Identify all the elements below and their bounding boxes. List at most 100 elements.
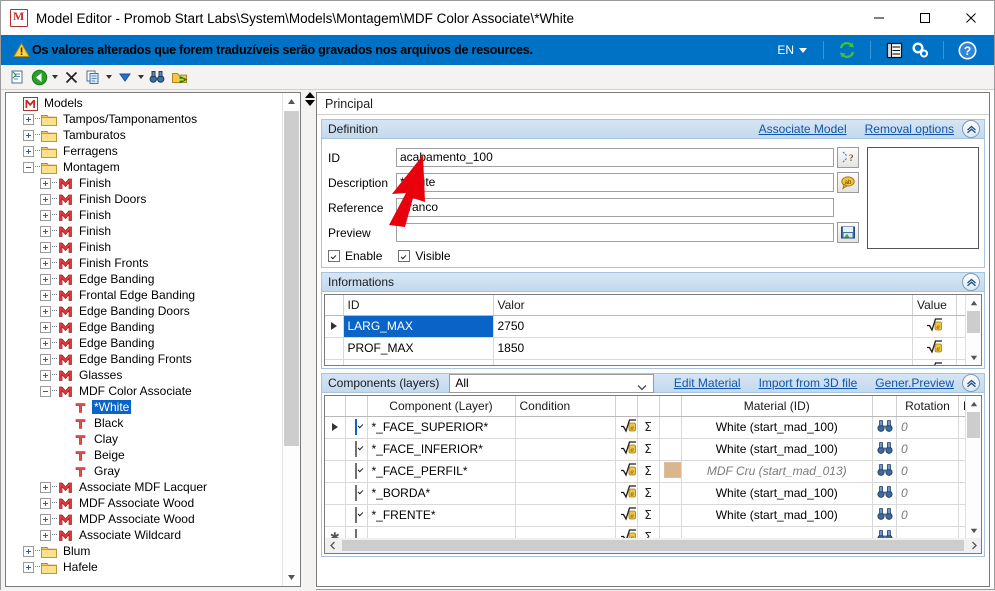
tree-expander-plus-icon[interactable] bbox=[40, 529, 51, 541]
refresh-icon[interactable] bbox=[834, 37, 860, 63]
column-header[interactable]: Condition bbox=[515, 396, 616, 417]
tree-item[interactable]: Beige bbox=[6, 447, 282, 463]
component-layer-cell[interactable]: *_FACE_INFERIOR* bbox=[367, 438, 516, 461]
tree-expander-plus-icon[interactable] bbox=[40, 193, 51, 205]
tree-expander-plus-icon[interactable] bbox=[40, 241, 51, 253]
tree-expander-plus-icon[interactable] bbox=[40, 177, 51, 189]
tree-item[interactable]: Edge Banding bbox=[6, 319, 282, 335]
export-folder-icon[interactable] bbox=[168, 66, 190, 88]
column-header[interactable]: Value bbox=[912, 295, 957, 316]
table-row[interactable]: *_FRENTE* a Σ White (start_mad_100) 0 bbox=[325, 504, 981, 527]
tree-item[interactable]: Finish Fronts bbox=[6, 255, 282, 271]
tree-item[interactable]: Montagem bbox=[6, 159, 282, 175]
close-button[interactable] bbox=[948, 1, 994, 35]
material-id-cell[interactable]: White (start_mad_100) bbox=[681, 438, 873, 461]
visible-checkbox[interactable]: Visible bbox=[398, 249, 451, 263]
tree-expander-plus-icon[interactable] bbox=[40, 369, 51, 381]
components-vertical-scrollbar[interactable] bbox=[965, 396, 981, 538]
delete-x-icon[interactable] bbox=[60, 66, 82, 88]
sqrt-a-icon[interactable]: a bbox=[615, 438, 638, 461]
info-valor-cell[interactable]: 100 bbox=[493, 359, 913, 365]
back-arrow-icon[interactable] bbox=[28, 66, 50, 88]
row-checkbox[interactable] bbox=[355, 419, 357, 435]
sqrt-a-icon[interactable]: a bbox=[615, 504, 638, 527]
edit-material-link[interactable]: Edit Material bbox=[674, 376, 741, 390]
tree-expander-plus-icon[interactable] bbox=[23, 545, 34, 557]
info-id-cell[interactable]: ACABAMENTO bbox=[343, 359, 494, 365]
sqrt-a-icon[interactable]: a bbox=[615, 460, 638, 483]
copy-icon[interactable] bbox=[82, 66, 104, 88]
tree-vertical-scrollbar[interactable] bbox=[282, 93, 300, 586]
pane-splitter[interactable] bbox=[304, 90, 316, 591]
tree-item[interactable]: Hafele bbox=[6, 559, 282, 575]
associate-model-link[interactable]: Associate Model bbox=[759, 122, 847, 136]
sigma-icon[interactable]: Σ bbox=[637, 460, 660, 483]
preview-input[interactable] bbox=[396, 223, 834, 242]
tree-item[interactable]: Frontal Edge Banding bbox=[6, 287, 282, 303]
component-layer-cell[interactable]: *_BORDA* bbox=[367, 482, 516, 505]
sigma-icon[interactable]: Σ bbox=[637, 504, 660, 527]
find-material-binoculars-icon[interactable] bbox=[872, 460, 897, 483]
sigma-icon[interactable]: Σ bbox=[637, 482, 660, 505]
generate-preview-link[interactable]: Gener.Preview bbox=[875, 376, 954, 390]
column-header[interactable]: ID bbox=[343, 295, 494, 316]
components-filter-select[interactable]: All bbox=[449, 373, 655, 393]
find-material-binoculars-icon[interactable] bbox=[872, 438, 897, 461]
comp-scroll-down-icon[interactable] bbox=[966, 523, 981, 538]
tree-item[interactable]: MDF Associate Wood bbox=[6, 495, 282, 511]
rotation-cell[interactable]: 0 bbox=[896, 482, 959, 505]
copy-dropdown-caret-icon[interactable] bbox=[104, 66, 114, 88]
info-scroll-down-icon[interactable] bbox=[966, 350, 981, 365]
list-view-icon[interactable] bbox=[881, 37, 907, 63]
tree-item[interactable]: Tamburatos bbox=[6, 127, 282, 143]
info-scroll-up-icon[interactable] bbox=[966, 295, 981, 310]
tree-item[interactable]: Finish Doors bbox=[6, 191, 282, 207]
tree-item[interactable]: Edge Banding Doors bbox=[6, 303, 282, 319]
row-checkbox-cell[interactable] bbox=[345, 482, 368, 505]
tree-item[interactable]: Glasses bbox=[6, 367, 282, 383]
informations-vertical-scrollbar[interactable] bbox=[965, 295, 981, 365]
column-header[interactable]: Rotation bbox=[896, 396, 959, 417]
table-row[interactable]: *_BORDA* a Σ White (start_mad_100) 0 bbox=[325, 482, 981, 505]
tree-item[interactable]: Edge Banding Fronts bbox=[6, 351, 282, 367]
id-input[interactable]: acabamento_100 bbox=[396, 148, 834, 167]
tree-item[interactable]: Finish bbox=[6, 207, 282, 223]
tree-expander-plus-icon[interactable] bbox=[40, 209, 51, 221]
tree-item[interactable]: *White bbox=[6, 399, 282, 415]
row-checkbox[interactable] bbox=[355, 507, 357, 523]
back-dropdown-caret-icon[interactable] bbox=[50, 66, 60, 88]
scroll-up-arrow-icon[interactable] bbox=[283, 93, 300, 110]
info-id-cell[interactable]: LARG_MAX bbox=[343, 315, 494, 338]
tree-item[interactable]: Associate Wildcard bbox=[6, 527, 282, 543]
definition-collapse-button[interactable] bbox=[962, 120, 980, 138]
material-id-cell[interactable]: White (start_mad_100) bbox=[681, 482, 873, 505]
components-collapse-button[interactable] bbox=[962, 374, 980, 392]
tree-expander-plus-icon[interactable] bbox=[40, 225, 51, 237]
column-header[interactable] bbox=[872, 396, 897, 417]
down-arrow-icon[interactable] bbox=[114, 66, 136, 88]
expand-left-icon[interactable] bbox=[305, 100, 315, 106]
sqrt-a-icon[interactable]: a bbox=[615, 482, 638, 505]
find-material-binoculars-icon[interactable] bbox=[872, 504, 897, 527]
new-document-icon[interactable] bbox=[6, 66, 28, 88]
rotation-cell[interactable]: 0 bbox=[896, 504, 959, 527]
comp-hscroll-right-icon[interactable] bbox=[966, 541, 981, 550]
translate-icon[interactable]: ab bbox=[837, 172, 859, 193]
tree-expander-plus-icon[interactable] bbox=[40, 513, 51, 525]
sqrt-a-icon[interactable]: a bbox=[912, 337, 957, 360]
row-checkbox-cell[interactable] bbox=[345, 460, 368, 483]
find-material-binoculars-icon[interactable] bbox=[872, 416, 897, 439]
row-checkbox-cell[interactable] bbox=[345, 438, 368, 461]
condition-cell[interactable] bbox=[515, 438, 616, 461]
info-valor-cell[interactable]: 1850 bbox=[493, 337, 913, 360]
find-material-binoculars-icon[interactable] bbox=[872, 482, 897, 505]
settings-gears-icon[interactable] bbox=[907, 37, 933, 63]
components-horizontal-scrollbar[interactable] bbox=[325, 538, 981, 553]
models-tree[interactable]: Models Tampos/Tamponamentos Tamburatos Ferr… bbox=[5, 92, 301, 587]
column-header[interactable]: Valor bbox=[493, 295, 913, 316]
comp-hscroll-thumb[interactable] bbox=[342, 540, 964, 551]
row-checkbox[interactable] bbox=[355, 441, 357, 457]
column-header[interactable] bbox=[637, 396, 660, 417]
tree-expander-plus-icon[interactable] bbox=[23, 129, 34, 141]
sigma-icon[interactable]: Σ bbox=[637, 438, 660, 461]
